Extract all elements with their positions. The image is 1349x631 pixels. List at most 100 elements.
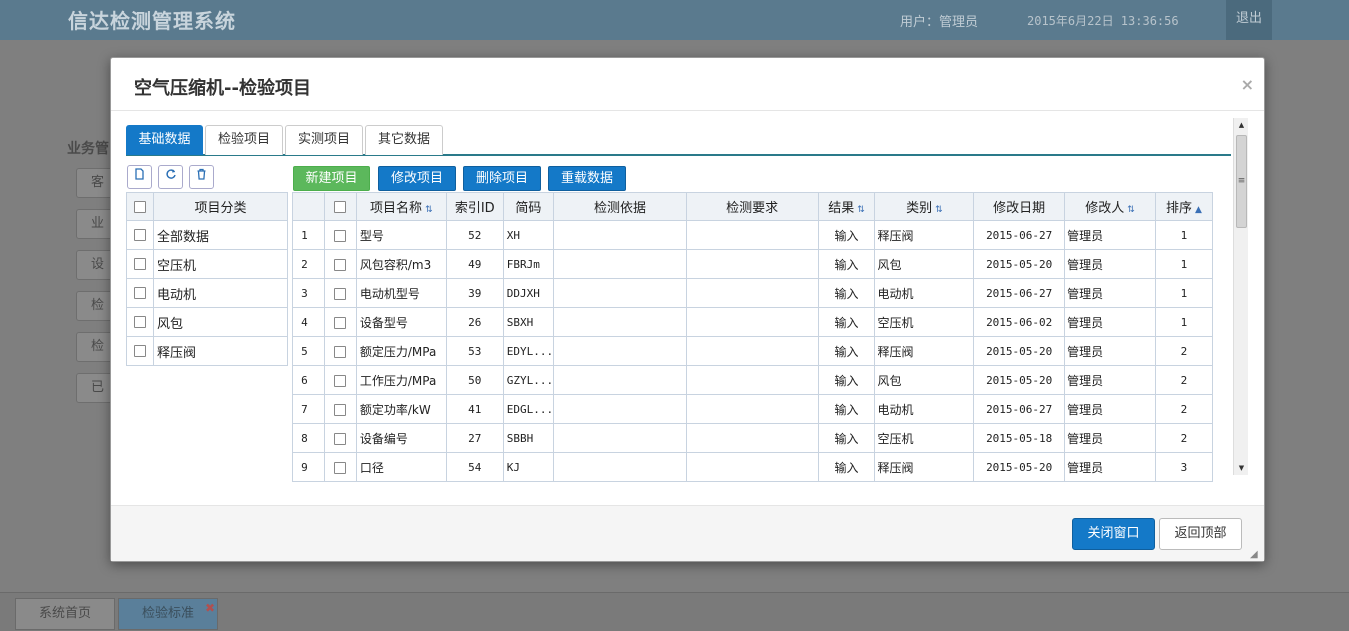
item-result: 输入 [817, 220, 876, 250]
category-label[interactable]: 全部数据 [153, 220, 288, 250]
select-all-categories-checkbox[interactable] [126, 192, 154, 221]
column-sort-icon[interactable]: ⇅ [857, 205, 865, 215]
close-window-button[interactable]: 关闭窗口 [1072, 518, 1155, 550]
column-sort-icon[interactable]: ⇅ [935, 205, 943, 215]
category-row[interactable]: 风包 [126, 307, 288, 337]
reload-data-button[interactable]: 重载数据 [548, 166, 626, 191]
tab-inspection-items[interactable]: 检验项目 [205, 125, 283, 155]
bottom-tab-home[interactable]: 系统首页 [15, 598, 115, 630]
category-row[interactable]: 全部数据 [126, 220, 288, 250]
column-header-result[interactable]: 结果 ⇅ [817, 192, 876, 221]
row-checkbox[interactable] [323, 423, 357, 453]
row-checkbox[interactable] [323, 365, 357, 395]
column-sort-icon[interactable]: ⇅ [1127, 205, 1135, 215]
item-modifier: 管理员 [1064, 423, 1156, 453]
table-header-row: 项目名称 ⇅ 索引ID 简码 检测依据 检测要求 结果 ⇅ 类别 ⇅ 修改日期 修改人… [292, 192, 1214, 221]
background-side-title: 业务管 [67, 141, 109, 157]
row-checkbox[interactable] [126, 278, 154, 308]
delete-item-button[interactable]: 删除项目 [463, 166, 541, 191]
table-row[interactable]: 2 风包容积/m3 49 FBRJm 输入 风包 2015-05-20 管理员 1 [292, 249, 1214, 279]
edit-item-button[interactable]: 修改项目 [378, 166, 456, 191]
column-header-code[interactable]: 简码 [502, 192, 555, 221]
column-header-modifier[interactable]: 修改人 ⇅ [1064, 192, 1156, 221]
trash-icon[interactable] [189, 165, 214, 189]
category-label[interactable]: 风包 [153, 307, 288, 337]
item-index-id: 54 [445, 452, 504, 482]
table-row[interactable]: 7 额定功率/kW 41 EDGL... 输入 电动机 2015-06-27 管理员 2 [292, 394, 1214, 424]
category-label[interactable]: 空压机 [153, 249, 288, 279]
table-row[interactable]: 1 型号 52 XH 输入 释压阀 2015-06-27 管理员 1 [292, 220, 1214, 250]
row-checkbox[interactable] [323, 394, 357, 424]
row-checkbox[interactable] [126, 249, 154, 279]
item-result: 输入 [817, 394, 876, 424]
column-header-order[interactable]: 排序 ▲ [1154, 192, 1214, 221]
item-basis [553, 307, 687, 337]
row-checkbox[interactable] [323, 220, 357, 250]
row-number: 3 [292, 278, 325, 308]
row-checkbox[interactable] [323, 307, 357, 337]
tab-basic-data[interactable]: 基础数据 [126, 125, 203, 155]
row-checkbox[interactable] [323, 336, 357, 366]
tab-other-data[interactable]: 其它数据 [365, 125, 443, 155]
item-modifier: 管理员 [1064, 220, 1156, 250]
new-doc-icon[interactable] [127, 165, 152, 189]
bottom-tab-inspection-standard[interactable]: 检验标准 ✖ [118, 598, 218, 630]
category-row[interactable]: 电动机 [126, 278, 288, 308]
item-type: 释压阀 [874, 336, 975, 366]
new-item-button[interactable]: 新建项目 [293, 166, 370, 191]
table-row[interactable]: 6 工作压力/MPa 50 GZYL... 输入 风包 2015-05-20 管理员 2 [292, 365, 1214, 395]
category-label[interactable]: 电动机 [153, 278, 288, 308]
select-all-items-checkbox[interactable] [323, 192, 357, 221]
item-result: 输入 [817, 452, 876, 482]
item-result: 输入 [817, 249, 876, 279]
resize-handle-icon[interactable]: ◢ [1250, 549, 1258, 560]
column-header-basis[interactable]: 检测依据 [553, 192, 687, 221]
category-row[interactable]: 释压阀 [126, 336, 288, 366]
item-type: 释压阀 [874, 452, 975, 482]
item-index-id: 50 [445, 365, 504, 395]
item-result: 输入 [817, 423, 876, 453]
row-number: 4 [292, 307, 325, 337]
sort-ascending-icon[interactable]: ▲ [1195, 205, 1202, 215]
item-basis [553, 336, 687, 366]
item-code: GZYL... [502, 365, 555, 395]
column-header-name[interactable]: 项目名称 ⇅ [355, 192, 447, 221]
item-basis [553, 249, 687, 279]
column-header-index-id[interactable]: 索引ID [445, 192, 504, 221]
back-to-top-button[interactable]: 返回顶部 [1159, 518, 1242, 550]
close-icon[interactable]: × [1241, 75, 1254, 94]
row-number: 6 [292, 365, 325, 395]
table-row[interactable]: 3 电动机型号 39 DDJXH 输入 电动机 2015-06-27 管理员 1 [292, 278, 1214, 308]
item-basis [553, 452, 687, 482]
row-checkbox[interactable] [126, 336, 154, 366]
tab-measured-items[interactable]: 实测项目 [285, 125, 363, 155]
table-row[interactable]: 9 口径 54 KJ 输入 释压阀 2015-05-20 管理员 3 [292, 452, 1214, 482]
row-checkbox[interactable] [323, 452, 357, 482]
row-checkbox[interactable] [126, 220, 154, 250]
item-name: 额定功率/kW [355, 394, 447, 424]
item-name: 口径 [355, 452, 447, 482]
row-checkbox[interactable] [323, 278, 357, 308]
item-requirement [685, 452, 819, 482]
logout-button[interactable]: 退出 [1226, 0, 1272, 40]
refresh-icon[interactable] [158, 165, 183, 189]
category-row[interactable]: 空压机 [126, 249, 288, 279]
column-header-type[interactable]: 类别 ⇅ [874, 192, 975, 221]
item-order: 2 [1154, 423, 1214, 453]
column-header-requirement[interactable]: 检测要求 [685, 192, 819, 221]
column-sort-icon[interactable]: ⇅ [425, 205, 433, 215]
row-checkbox[interactable] [126, 307, 154, 337]
row-checkbox[interactable] [323, 249, 357, 279]
column-header-modified-date[interactable]: 修改日期 [973, 192, 1066, 221]
item-type: 空压机 [874, 307, 975, 337]
table-row[interactable]: 4 设备型号 26 SBXH 输入 空压机 2015-06-02 管理员 1 [292, 307, 1214, 337]
category-label[interactable]: 释压阀 [153, 336, 288, 366]
close-tab-icon[interactable]: ✖ [205, 593, 215, 623]
row-number: 8 [292, 423, 325, 453]
table-row[interactable]: 8 设备编号 27 SBBH 输入 空压机 2015-05-18 管理员 2 [292, 423, 1214, 453]
table-row[interactable]: 5 额定压力/MPa 53 EDYL... 输入 释压阀 2015-05-20 管理员 2 [292, 336, 1214, 366]
row-number: 2 [292, 249, 325, 279]
dialog-body: 基础数据 检验项目 实测项目 其它数据 新建项目 修改项目 删除项目 重载数据 … [111, 112, 1246, 502]
item-type: 释压阀 [874, 220, 975, 250]
dialog-footer: 关闭窗口 返回顶部 ◢ [111, 505, 1264, 561]
